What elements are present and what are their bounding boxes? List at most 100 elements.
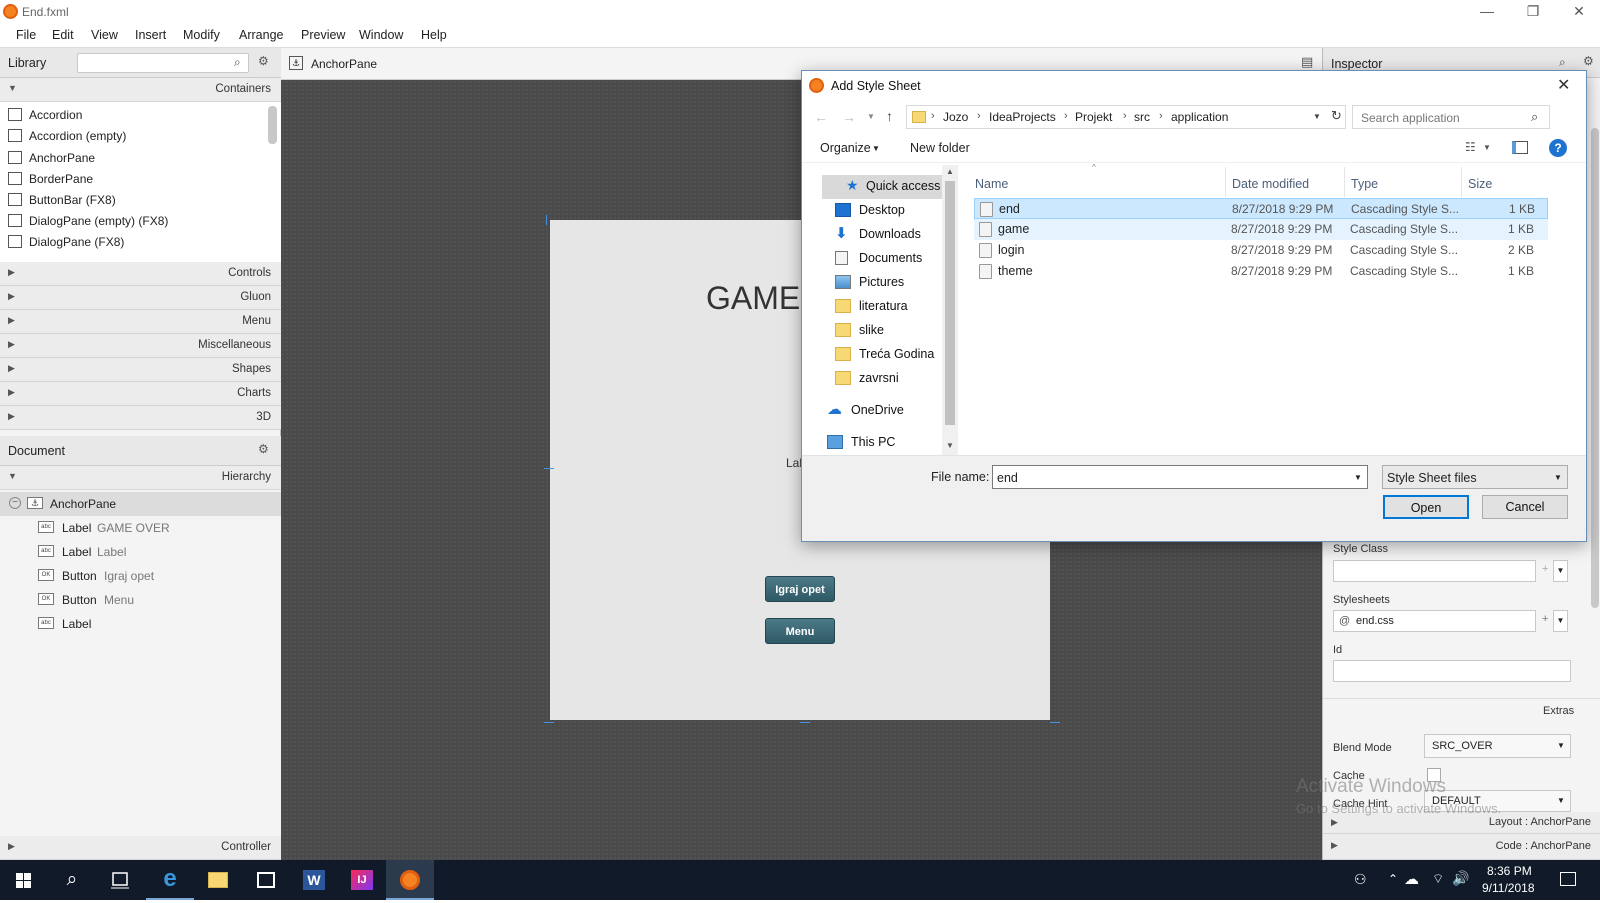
column-type[interactable]: Type xyxy=(1351,177,1378,191)
nav-quick-access[interactable]: ★ Quick access xyxy=(822,175,955,199)
menu-modify[interactable]: Modify xyxy=(183,28,220,42)
menu-file[interactable]: File xyxy=(16,28,36,42)
breadcrumb-item[interactable]: IdeaProjects xyxy=(989,110,1056,124)
gear-icon[interactable]: ⚙ xyxy=(258,442,269,456)
selection-handle[interactable] xyxy=(544,722,554,723)
view-options-icon[interactable]: ☷ xyxy=(1465,140,1476,154)
breadcrumb-item[interactable]: application xyxy=(1171,110,1228,124)
store-button[interactable] xyxy=(242,860,290,900)
library-search-input[interactable] xyxy=(77,53,249,73)
cancel-button[interactable]: Cancel xyxy=(1482,495,1568,519)
collapse-icon[interactable]: − xyxy=(9,497,21,509)
close-icon[interactable]: ✕ xyxy=(1556,0,1600,24)
up-arrow-icon[interactable]: ↑ xyxy=(886,108,893,124)
menu-button[interactable]: Menu xyxy=(765,618,835,644)
section-3d[interactable]: ▶ 3D xyxy=(0,406,281,430)
game-over-label[interactable]: GAME xyxy=(706,280,800,317)
column-date-modified[interactable]: Date modified xyxy=(1232,177,1309,191)
address-bar[interactable]: › Jozo › IdeaProjects › Projekt › src › … xyxy=(906,105,1346,129)
id-input[interactable] xyxy=(1333,660,1571,682)
chevron-down-icon[interactable]: ▼ xyxy=(1553,560,1568,582)
scrollbar-thumb[interactable] xyxy=(945,181,955,425)
chevron-up-icon[interactable]: ▲ xyxy=(946,167,954,176)
tree-item[interactable]: OK Button Menu xyxy=(0,588,281,612)
section-controller[interactable]: ▶ Controller xyxy=(0,836,281,860)
refresh-icon[interactable]: ↻ xyxy=(1331,108,1342,124)
menu-window[interactable]: Window xyxy=(359,28,403,42)
search-icon[interactable]: ⌕ xyxy=(234,55,241,70)
wifi-icon[interactable]: ⌔ xyxy=(1432,871,1444,887)
search-input[interactable]: Search application ⌕ xyxy=(1352,105,1550,129)
tree-item[interactable]: abc Label Label xyxy=(0,540,281,564)
nav-downloads[interactable]: ⬇ Downloads 📌 xyxy=(822,223,960,247)
file-name-input[interactable]: end ▼ xyxy=(992,465,1368,489)
search-icon[interactable]: ⌕ xyxy=(48,860,96,900)
breadcrumb-item[interactable]: AnchorPane xyxy=(311,57,377,71)
tree-item-anchorpane[interactable]: − ⚓ AnchorPane xyxy=(0,492,281,516)
section-code[interactable]: ▶ Code : AnchorPane xyxy=(1323,834,1600,860)
organize-button[interactable]: Organize xyxy=(820,141,871,155)
scrollbar-thumb[interactable] xyxy=(1591,128,1599,608)
section-gluon[interactable]: ▶ Gluon xyxy=(0,286,281,310)
tree-item[interactable]: abc Label GAME OVER xyxy=(0,516,281,540)
label-text[interactable]: Lal xyxy=(786,456,802,470)
nav-slike[interactable]: slike xyxy=(822,319,942,343)
onedrive-icon[interactable]: ☁ xyxy=(1404,870,1419,888)
selection-handle[interactable] xyxy=(1050,722,1060,723)
minimize-icon[interactable]: — xyxy=(1464,0,1510,24)
nav-this-pc[interactable]: This PC xyxy=(822,431,942,455)
clock-date[interactable]: 9/11/2018 xyxy=(1482,881,1535,895)
start-button[interactable] xyxy=(0,860,48,900)
nav-pictures[interactable]: Pictures 📌 xyxy=(822,271,960,295)
list-item[interactable]: AnchorPane xyxy=(0,148,265,169)
igraj-opet-button[interactable]: Igraj opet xyxy=(765,576,835,602)
table-row[interactable]: login 8/27/2018 9:29 PM Cascading Style … xyxy=(974,240,1548,261)
task-view-button[interactable] xyxy=(96,860,144,900)
nav-literatura[interactable]: literatura xyxy=(822,295,942,319)
close-icon[interactable]: ✕ xyxy=(1557,75,1570,95)
new-folder-button[interactable]: New folder xyxy=(910,141,970,155)
section-controls[interactable]: ▶ Controls xyxy=(0,262,281,286)
nav-treca-godina[interactable]: Treća Godina xyxy=(822,343,942,367)
gear-icon[interactable]: ⚙ xyxy=(1583,54,1594,68)
section-containers[interactable]: ▼ Containers xyxy=(0,78,281,102)
list-item[interactable]: ButtonBar (FX8) xyxy=(0,190,265,211)
scenebuilder-taskbar-button[interactable] xyxy=(386,860,434,900)
chevron-down-icon[interactable]: ▼ xyxy=(1313,112,1321,121)
add-icon[interactable]: + xyxy=(1542,613,1548,625)
menu-view[interactable]: View xyxy=(91,28,118,42)
menu-edit[interactable]: Edit xyxy=(52,28,74,42)
edge-icon[interactable]: e xyxy=(146,860,194,900)
chevron-down-icon[interactable]: ▼ xyxy=(1553,610,1568,632)
back-arrow-icon[interactable]: ← xyxy=(814,109,828,125)
chevron-down-icon[interactable]: ▼ xyxy=(1483,143,1491,152)
menu-help[interactable]: Help xyxy=(421,28,447,42)
tree-item[interactable]: abc Label xyxy=(0,612,281,636)
list-item[interactable]: DialogPane (FX8) xyxy=(0,232,265,253)
table-row[interactable]: game 8/27/2018 9:29 PM Cascading Style S… xyxy=(974,219,1548,240)
restore-icon[interactable]: ❐ xyxy=(1510,0,1556,24)
selection-handle[interactable] xyxy=(546,215,547,225)
section-shapes[interactable]: ▶ Shapes xyxy=(0,358,281,382)
column-size[interactable]: Size xyxy=(1468,177,1492,191)
nav-scrollbar[interactable]: ▲ ▼ xyxy=(942,165,958,455)
help-icon[interactable]: ? xyxy=(1549,139,1567,157)
section-menu[interactable]: ▶ Menu xyxy=(0,310,281,334)
section-hierarchy[interactable]: ▼ Hierarchy xyxy=(0,466,281,490)
file-explorer-button[interactable] xyxy=(194,860,242,900)
section-charts[interactable]: ▶ Charts xyxy=(0,382,281,406)
style-class-input[interactable] xyxy=(1333,560,1536,582)
chevron-up-icon[interactable]: ⌃ xyxy=(1388,872,1398,886)
breadcrumb-item[interactable]: Jozo xyxy=(943,110,968,124)
forward-arrow-icon[interactable]: → xyxy=(842,109,856,125)
breadcrumb-item[interactable]: Projekt xyxy=(1075,110,1112,124)
table-row[interactable]: end 8/27/2018 9:29 PM Cascading Style S.… xyxy=(974,198,1548,219)
intellij-button[interactable]: IJ xyxy=(338,860,386,900)
chevron-down-icon[interactable]: ▼ xyxy=(1354,473,1362,482)
chevron-down-icon[interactable]: ▼ xyxy=(946,441,954,450)
list-item[interactable]: DialogPane (empty) (FX8) xyxy=(0,211,265,232)
gear-icon[interactable]: ⚙ xyxy=(258,54,269,68)
clock-time[interactable]: 8:36 PM xyxy=(1487,864,1532,878)
nav-desktop[interactable]: Desktop 📌 xyxy=(822,199,960,223)
nav-zavrsni[interactable]: zavrsni xyxy=(822,367,942,391)
